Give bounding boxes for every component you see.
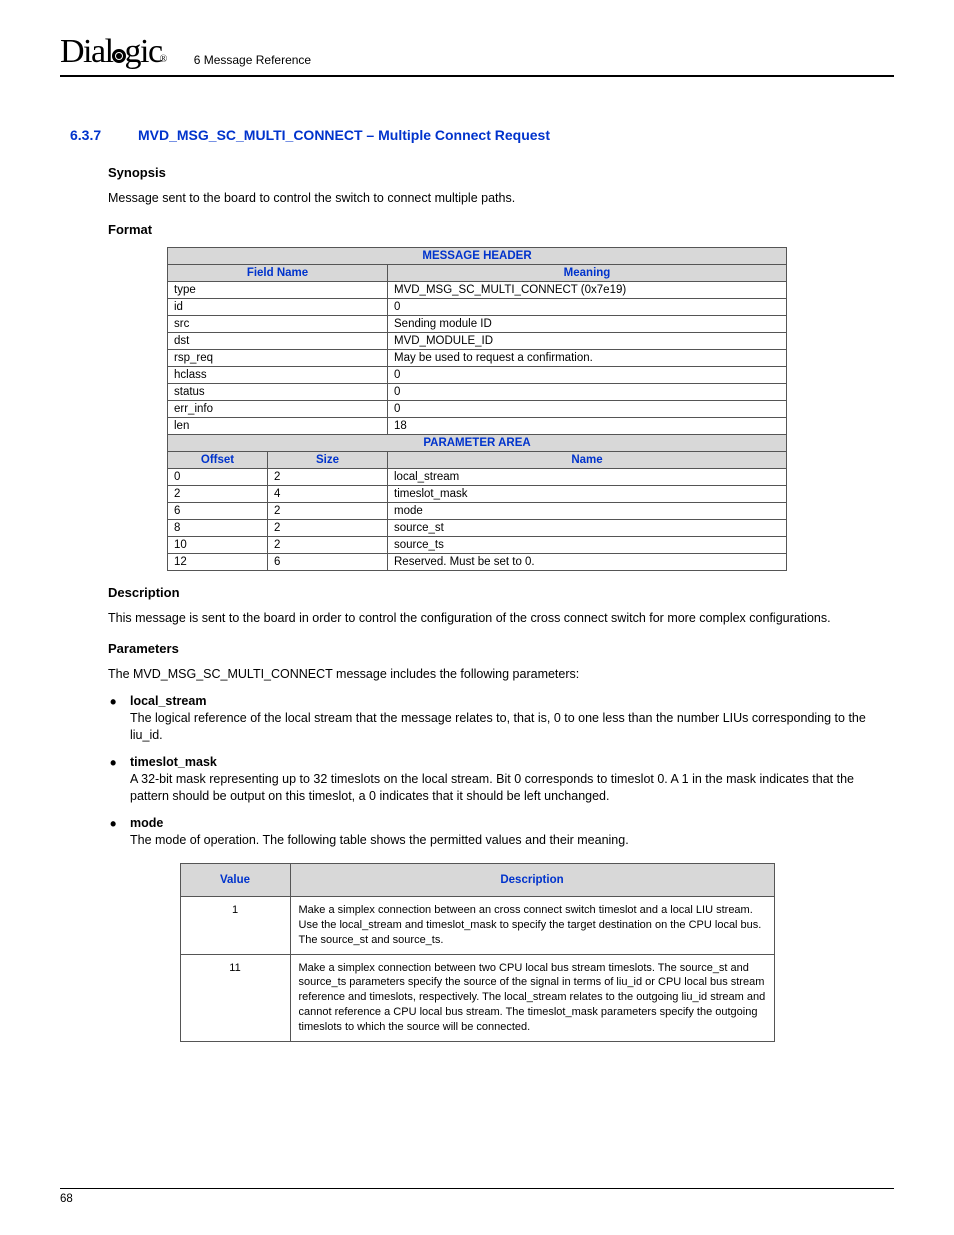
size-cell: 2 (268, 519, 388, 536)
offset-cell: 6 (168, 502, 268, 519)
meaning-cell: 0 (388, 366, 787, 383)
offset-cell: 10 (168, 536, 268, 553)
meaning-head: Meaning (388, 264, 787, 281)
description-text: This message is sent to the board in ord… (108, 610, 894, 628)
meaning-cell: May be used to request a confirmation. (388, 349, 787, 366)
size-cell: 6 (268, 553, 388, 570)
table-row: 02local_stream (168, 468, 787, 485)
description-head: Description (108, 585, 894, 600)
table-row: len18 (168, 417, 787, 434)
parameter-area-row: PARAMETER AREA (168, 434, 787, 451)
name-cell: Reserved. Must be set to 0. (388, 553, 787, 570)
page-header: Dialgic® 6 Message Reference (60, 35, 894, 77)
name-cell: source_ts (388, 536, 787, 553)
table-row: 62mode (168, 502, 787, 519)
size-cell: 2 (268, 502, 388, 519)
name-cell: source_st (388, 519, 787, 536)
size-cell: 4 (268, 485, 388, 502)
dialogic-logo: Dialgic® (60, 35, 166, 73)
name-cell: local_stream (388, 468, 787, 485)
field-cell: type (168, 281, 388, 298)
name-cell: mode (388, 502, 787, 519)
table-row: hclass0 (168, 366, 787, 383)
field-cell: status (168, 383, 388, 400)
field-cell: id (168, 298, 388, 315)
table-row: rsp_reqMay be used to request a confirma… (168, 349, 787, 366)
field-cell: hclass (168, 366, 388, 383)
param-desc: A 32-bit mask representing up to 32 time… (130, 771, 894, 806)
meaning-cell: MVD_MSG_SC_MULTI_CONNECT (0x7e19) (388, 281, 787, 298)
list-item: timeslot_mask A 32-bit mask representing … (108, 755, 894, 806)
offset-head: Offset (168, 451, 268, 468)
format-table: MESSAGE HEADER Field Name Meaning typeMV… (167, 247, 787, 571)
table-row: 102source_ts (168, 536, 787, 553)
table-row: 24timeslot_mask (168, 485, 787, 502)
parameters-list: local_stream The logical reference of the… (108, 694, 894, 850)
section-heading: 6.3.7 MVD_MSG_SC_MULTI_CONNECT – Multipl… (70, 127, 894, 143)
size-cell: 2 (268, 468, 388, 485)
param-name: timeslot_mask (130, 755, 894, 769)
parameters-head: Parameters (108, 641, 894, 656)
table-row: 11Make a simplex connection between two … (180, 954, 774, 1041)
meaning-cell: 0 (388, 298, 787, 315)
table-row: typeMVD_MSG_SC_MULTI_CONNECT (0x7e19) (168, 281, 787, 298)
size-cell: 2 (268, 536, 388, 553)
param-name: local_stream (130, 694, 894, 708)
mode-value-cell: 11 (180, 954, 290, 1041)
meaning-cell: 0 (388, 400, 787, 417)
message-header-row: MESSAGE HEADER (168, 247, 787, 264)
synopsis-text: Message sent to the board to control the… (108, 190, 894, 208)
mode-desc-head: Description (290, 864, 774, 897)
table-row: id0 (168, 298, 787, 315)
offset-cell: 12 (168, 553, 268, 570)
meaning-cell: Sending module ID (388, 315, 787, 332)
format-head: Format (108, 222, 894, 237)
name-cell: timeslot_mask (388, 485, 787, 502)
mode-value-cell: 1 (180, 897, 290, 955)
chapter-label: 6 Message Reference (194, 53, 311, 73)
section-title: MVD_MSG_SC_MULTI_CONNECT – Multiple Conn… (138, 127, 550, 143)
field-cell: rsp_req (168, 349, 388, 366)
list-item: local_stream The logical reference of the… (108, 694, 894, 745)
size-head: Size (268, 451, 388, 468)
offset-cell: 8 (168, 519, 268, 536)
offset-cell: 2 (168, 485, 268, 502)
page-footer: 68 (60, 1188, 894, 1205)
param-desc: The mode of operation. The following tab… (130, 832, 894, 850)
table-row: 1Make a simplex connection between an cr… (180, 897, 774, 955)
table-row: dstMVD_MODULE_ID (168, 332, 787, 349)
meaning-cell: 0 (388, 383, 787, 400)
field-cell: err_info (168, 400, 388, 417)
table-row: 82source_st (168, 519, 787, 536)
param-name: mode (130, 816, 894, 830)
field-cell: src (168, 315, 388, 332)
table-row: 126Reserved. Must be set to 0. (168, 553, 787, 570)
field-cell: len (168, 417, 388, 434)
page-number: 68 (60, 1193, 73, 1205)
list-item: mode The mode of operation. The following… (108, 816, 894, 850)
offset-cell: 0 (168, 468, 268, 485)
mode-desc-cell: Make a simplex connection between two CP… (290, 954, 774, 1041)
field-cell: dst (168, 332, 388, 349)
parameters-intro: The MVD_MSG_SC_MULTI_CONNECT message inc… (108, 666, 894, 684)
meaning-cell: 18 (388, 417, 787, 434)
synopsis-head: Synopsis (108, 165, 894, 180)
mode-value-head: Value (180, 864, 290, 897)
table-row: status0 (168, 383, 787, 400)
section-number: 6.3.7 (70, 127, 138, 143)
mode-table: Value Description 1Make a simplex connec… (180, 863, 775, 1042)
table-row: srcSending module ID (168, 315, 787, 332)
meaning-cell: MVD_MODULE_ID (388, 332, 787, 349)
param-desc: The logical reference of the local strea… (130, 710, 894, 745)
name-head: Name (388, 451, 787, 468)
field-name-head: Field Name (168, 264, 388, 281)
mode-desc-cell: Make a simplex connection between an cro… (290, 897, 774, 955)
table-row: err_info0 (168, 400, 787, 417)
